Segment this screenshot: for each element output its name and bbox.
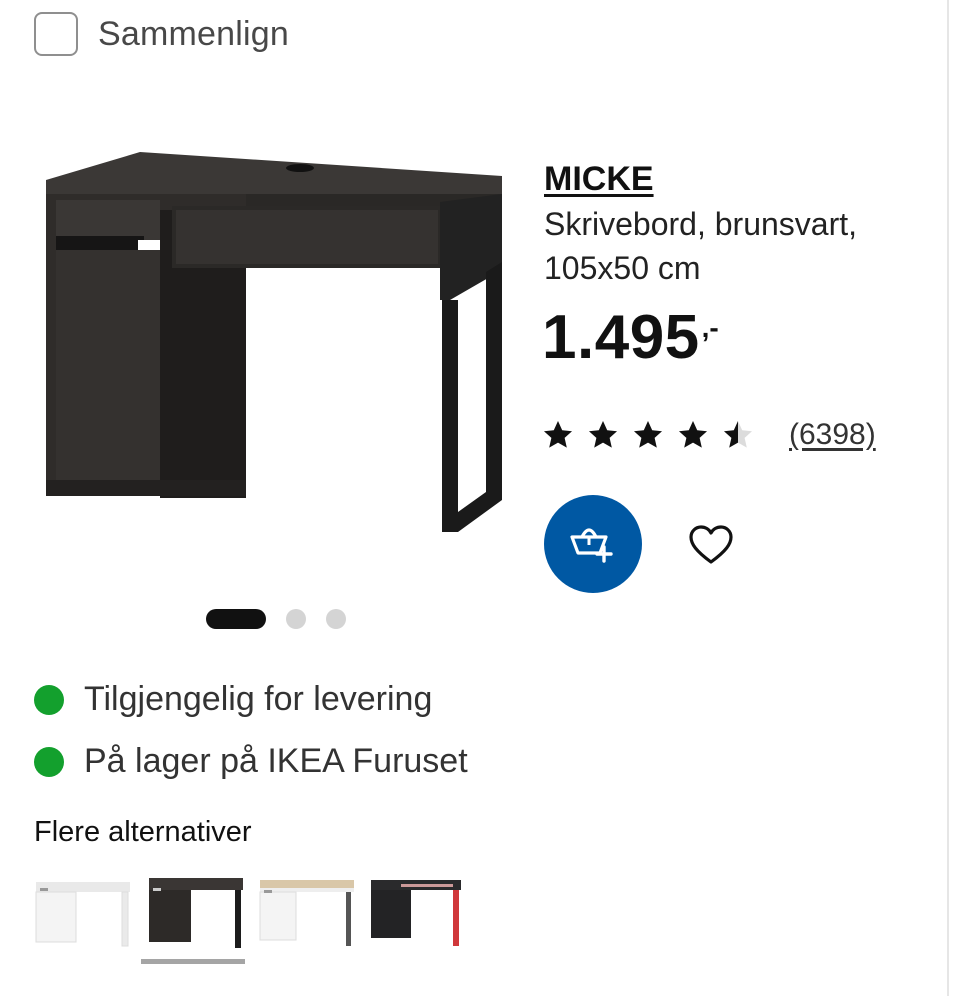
checkbox-box[interactable] [34,12,78,56]
price-suffix: ,- [701,312,719,343]
product-image[interactable] [40,140,510,580]
alternative-white-oak[interactable] [250,868,358,950]
favourite-button[interactable] [684,518,738,572]
desk-thumbnail [259,880,354,946]
product-rating[interactable]: (6398) [542,418,876,452]
alternatives-title: Flere alternativer [34,816,252,848]
alternative-black-red[interactable] [361,868,469,950]
star-icon [724,421,752,448]
image-carousel-dots [206,609,346,629]
product-name[interactable]: MICKE [544,160,654,199]
add-to-basket-button[interactable] [544,495,642,593]
availability-text: Tilgjengelig for levering [84,680,433,718]
desk-thumbnail [371,880,461,946]
availability-status-dot [34,746,64,777]
alternatives-list [28,868,472,964]
carousel-dot-1[interactable] [206,609,266,629]
availability-delivery: Tilgjengelig for levering [34,680,432,719]
heart-icon [689,525,733,564]
compare-label: Sammenlign [98,14,289,53]
product-price: 1.495 ,- [542,300,719,376]
star-icon [589,421,617,448]
availability-status-dot [34,684,64,715]
add-to-basket-icon [570,528,613,563]
alternative-white[interactable] [28,868,136,950]
availability-text: På lager på IKEA Furuset [84,742,468,780]
price-amount: 1.495 [542,303,700,372]
review-count-link[interactable]: (6398) [789,418,876,452]
availability-store: På lager på IKEA Furuset [34,742,468,781]
star-icon [679,421,707,448]
desk-illustration [46,152,502,532]
star-icon [544,421,572,448]
desk-thumbnail [35,882,130,947]
product-description: Skrivebord, brunsvart, 105x50 cm [544,206,858,286]
carousel-dot-2[interactable] [286,609,306,629]
rating-stars [542,419,767,451]
alternative-black-brown[interactable] [139,868,247,964]
carousel-dot-3[interactable] [326,609,346,629]
page-edge-divider [947,0,949,996]
compare-checkbox[interactable]: Sammenlign [34,12,289,56]
desk-thumbnail [149,878,243,948]
star-icon [634,421,662,448]
